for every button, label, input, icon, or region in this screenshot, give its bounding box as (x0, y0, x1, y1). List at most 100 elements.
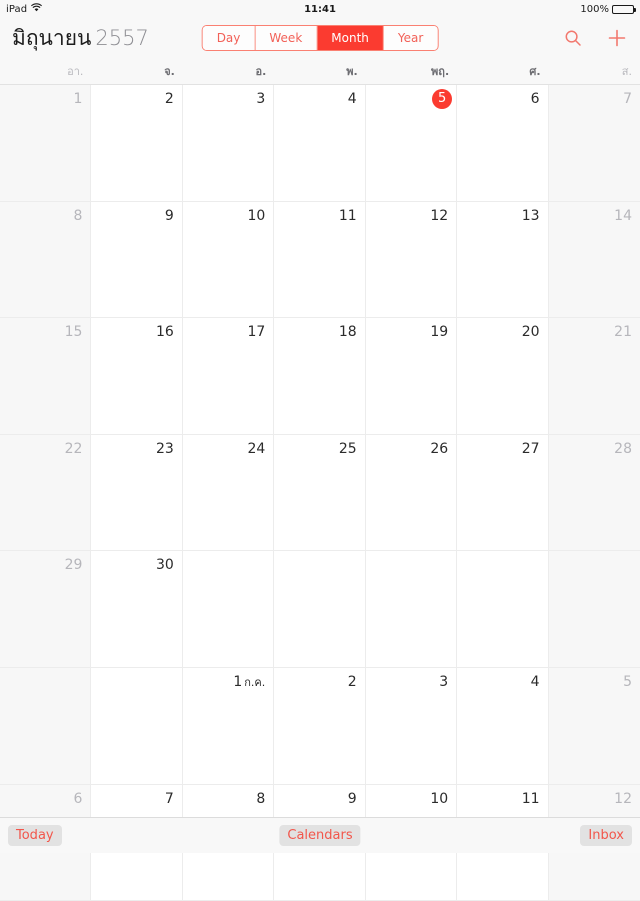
day-number: 18 (338, 324, 357, 341)
day-number: 9 (347, 790, 357, 807)
day-cell[interactable]: 3 (365, 667, 458, 785)
day-cell[interactable]: 1 (0, 85, 92, 202)
calendars-button[interactable]: Calendars (279, 825, 361, 846)
day-cell[interactable]: 5 (548, 667, 640, 785)
day-cell[interactable]: 28 (548, 434, 640, 552)
day-number: 15 (64, 324, 83, 341)
day-cell[interactable]: 4 (457, 667, 549, 785)
today-button[interactable]: Today (8, 825, 62, 846)
day-number: 5 (623, 673, 632, 690)
weekday-header-5: ศ. (529, 65, 541, 78)
bottom-toolbar: Today Calendars Inbox (0, 817, 640, 853)
day-cell[interactable]: 25 (274, 434, 366, 552)
day-cell[interactable] (274, 551, 366, 668)
day-number: 21 (614, 324, 632, 341)
day-cell[interactable]: 9 (91, 201, 183, 319)
day-cell[interactable]: 19 (365, 318, 458, 435)
battery-percent-label: 100% (580, 3, 609, 15)
day-number: 6 (530, 91, 540, 107)
day-cell[interactable]: 15 (0, 318, 92, 435)
weekday-header-row: อา. จ. อ. พ. พฤ. ศ. ส. (0, 58, 640, 85)
day-cell[interactable]: 20 (457, 318, 549, 435)
weekday-header-3: พ. (346, 65, 358, 78)
day-number: 26 (430, 440, 449, 457)
day-cell[interactable]: 2 (91, 85, 183, 202)
weekday-header-0: อา. (67, 65, 84, 78)
status-right-group: 100% (580, 3, 636, 15)
day-number: 8 (73, 207, 83, 224)
day-cell[interactable]: 17 (182, 318, 275, 435)
segment-month[interactable]: Month (317, 26, 384, 50)
day-cell[interactable] (457, 551, 549, 668)
day-number: 4 (530, 673, 540, 690)
day-cell[interactable] (0, 667, 92, 785)
day-number: 10 (430, 790, 449, 807)
plus-icon[interactable] (606, 27, 628, 49)
day-cell[interactable] (182, 551, 275, 668)
battery-cap (634, 8, 636, 12)
weekday-header-6: ส. (621, 65, 632, 78)
segment-week[interactable]: Week (255, 26, 318, 50)
inbox-button[interactable]: Inbox (580, 825, 632, 846)
day-number: 30 (156, 557, 174, 574)
day-cell[interactable]: 18 (274, 318, 366, 435)
day-cell[interactable] (548, 551, 640, 668)
nav-actions (562, 27, 628, 49)
day-cell[interactable]: 16 (91, 318, 183, 435)
segment-year[interactable]: Year (383, 26, 438, 50)
day-number: 1 ก.ค. (233, 673, 266, 690)
day-cell[interactable] (365, 551, 458, 668)
status-bar: iPad 11:41 100% (0, 0, 640, 18)
day-number: 16 (156, 324, 174, 341)
day-cell[interactable]: 29 (0, 551, 92, 668)
day-cell[interactable]: 2 (274, 667, 366, 785)
day-number: 9 (164, 207, 174, 224)
day-cell[interactable]: 6 (457, 85, 549, 202)
segment-day[interactable]: Day (202, 26, 256, 50)
title-month: มิถุนายน (12, 25, 92, 50)
day-number: 1 (73, 91, 83, 107)
day-cell[interactable]: 12 (365, 201, 458, 319)
day-cell[interactable]: 4 (274, 85, 366, 202)
day-number: 24 (247, 440, 266, 457)
day-number: 11 (521, 790, 540, 807)
day-number: 7 (623, 91, 632, 107)
day-cell[interactable]: 7 (548, 85, 640, 202)
day-cell[interactable]: 1 ก.ค. (182, 667, 275, 785)
day-cell[interactable]: 13 (457, 201, 549, 319)
view-mode-segmented-control[interactable]: Day Week Month Year (201, 25, 439, 51)
day-cell[interactable]: 30 (91, 551, 183, 668)
status-device-label: iPad (6, 3, 28, 15)
status-left-group: iPad (6, 3, 43, 15)
weekday-header-4: พฤ. (431, 65, 450, 78)
day-number: 19 (430, 324, 449, 341)
day-number: 11 (338, 207, 357, 224)
day-number: 22 (64, 440, 83, 457)
day-cell[interactable]: 27 (457, 434, 549, 552)
day-number: 23 (156, 440, 174, 457)
day-cell[interactable] (91, 667, 183, 785)
day-cell[interactable]: 3 (182, 85, 275, 202)
today-date-badge: 5 (432, 89, 453, 109)
search-icon[interactable] (562, 27, 584, 49)
day-cell[interactable]: 22 (0, 434, 92, 552)
day-number: 8 (256, 790, 266, 807)
day-cell[interactable]: 21 (548, 318, 640, 435)
day-cell[interactable]: 23 (91, 434, 183, 552)
day-cell[interactable]: 26 (365, 434, 458, 552)
day-cell[interactable]: 24 (182, 434, 275, 552)
day-cell[interactable]: 5 (365, 85, 458, 202)
day-cell[interactable]: 8 (0, 201, 92, 319)
day-cell[interactable]: 11 (274, 201, 366, 319)
calendar-month-grid: 1 2 3 4 5 6 7 8 9 10 11 12 13 14 15 16 17 18 19 20 21 22 23 24 2… (0, 85, 640, 901)
day-number: 25 (338, 440, 357, 457)
day-number: 27 (521, 440, 540, 457)
day-cell[interactable]: 14 (548, 201, 640, 319)
day-number: 2 (347, 673, 357, 690)
battery-full-icon (612, 4, 636, 14)
day-number: 10 (247, 207, 266, 224)
day-number: 3 (439, 673, 449, 690)
day-cell[interactable]: 10 (182, 201, 275, 319)
day-number: 7 (164, 790, 174, 807)
status-clock: 11:41 (304, 3, 336, 15)
